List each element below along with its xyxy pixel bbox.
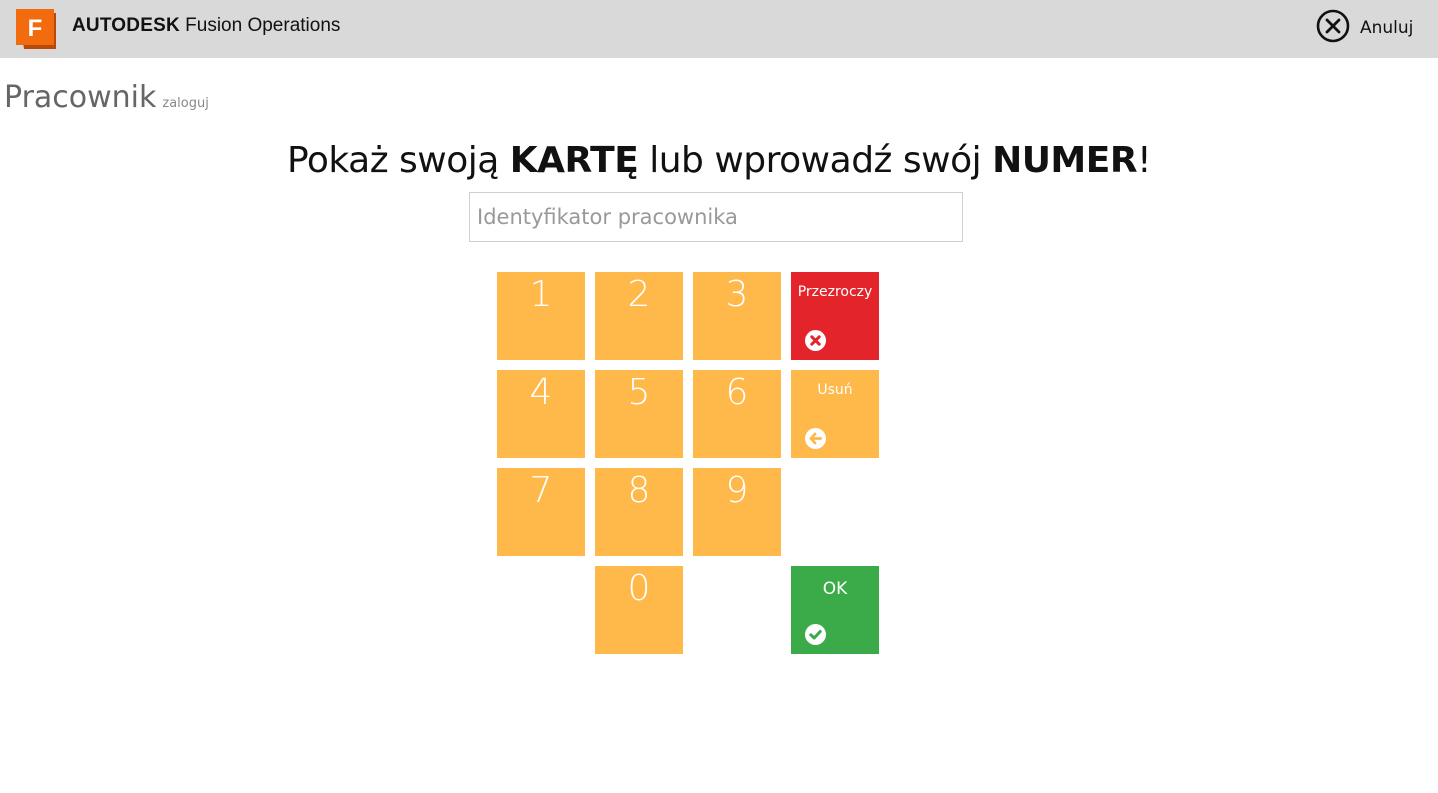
prompt-number: NUMER <box>992 140 1138 181</box>
key-6[interactable]: 6 <box>693 370 781 458</box>
arrow-left-circle-icon <box>805 428 826 449</box>
key-7[interactable]: 7 <box>497 468 585 556</box>
cancel-label: Anuluj <box>1360 18 1414 38</box>
fusion-logo-icon: F <box>16 9 60 51</box>
cancel-button[interactable]: Anuluj <box>1316 9 1414 47</box>
ok-label: OK <box>822 579 848 599</box>
prompt-card: KARTĘ <box>509 140 639 181</box>
ok-button[interactable]: OK <box>791 566 879 654</box>
page-subtitle: zaloguj <box>162 96 209 111</box>
key-3[interactable]: 3 <box>693 272 781 360</box>
prompt-text-2: lub wprowadź swój <box>638 140 993 181</box>
key-4[interactable]: 4 <box>497 370 585 458</box>
delete-button[interactable]: Usuń <box>791 370 879 458</box>
login-prompt: Pokaż swoją KARTĘ lub wprowadź swój NUME… <box>0 140 1438 181</box>
prompt-text-3: ! <box>1137 140 1151 181</box>
x-circle-icon <box>805 330 826 351</box>
top-bar: F AUTODESK Fusion Operations Anuluj <box>0 0 1438 58</box>
key-9[interactable]: 9 <box>693 468 781 556</box>
key-2[interactable]: 2 <box>595 272 683 360</box>
key-0[interactable]: 0 <box>595 566 683 654</box>
brand-name: AUTODESK Fusion Operations <box>72 15 340 37</box>
key-5[interactable]: 5 <box>595 370 683 458</box>
key-1[interactable]: 1 <box>497 272 585 360</box>
page-title: Pracownik zaloguj <box>4 80 209 115</box>
clear-label: Przezroczy <box>797 284 873 300</box>
brand-product: Fusion Operations <box>185 15 341 36</box>
brand-company: AUTODESK <box>72 15 180 36</box>
delete-label: Usuń <box>817 382 853 398</box>
close-circle-icon <box>1316 9 1350 47</box>
employee-id-input[interactable] <box>469 192 963 242</box>
check-circle-icon <box>805 624 826 645</box>
clear-button[interactable]: Przezroczy <box>791 272 879 360</box>
page-title-text: Pracownik <box>4 80 157 115</box>
svg-text:F: F <box>28 15 43 42</box>
key-8[interactable]: 8 <box>595 468 683 556</box>
prompt-text-1: Pokaż swoją <box>286 140 510 181</box>
